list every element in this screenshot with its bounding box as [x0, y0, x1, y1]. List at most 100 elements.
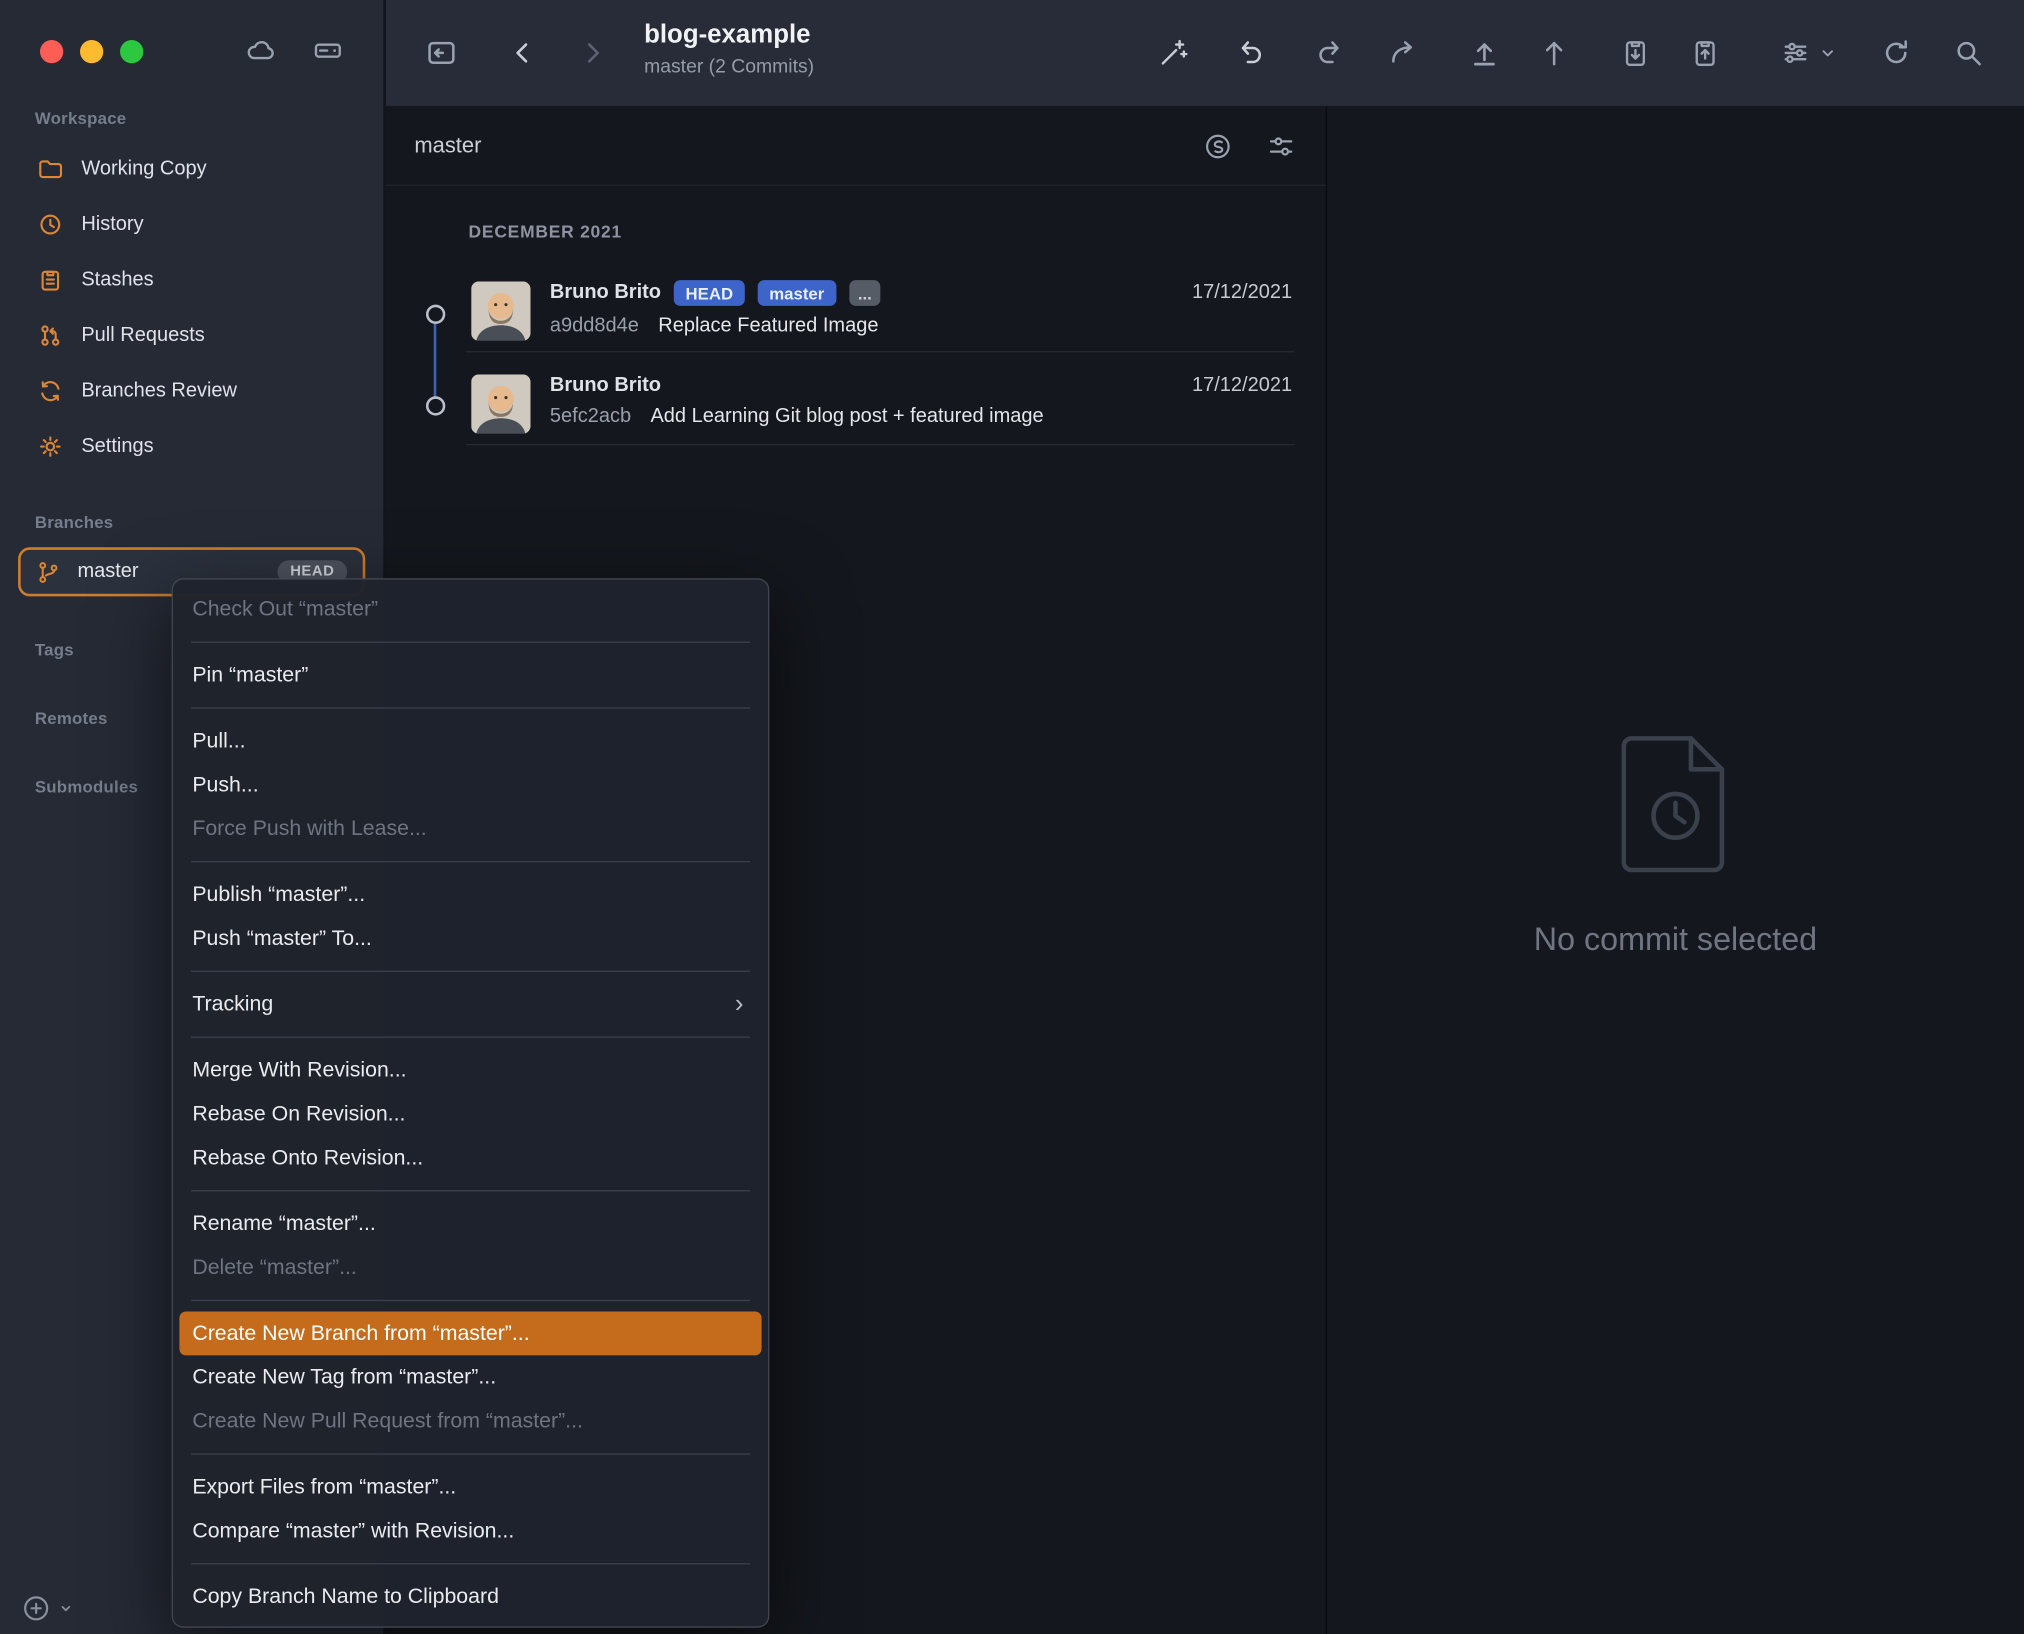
clock-icon: [36, 210, 64, 238]
minimize-button[interactable]: [80, 40, 104, 64]
sidebar-item-working-copy[interactable]: Working Copy: [0, 141, 383, 197]
refresh-icon[interactable]: [1879, 36, 1913, 70]
menu-item-label: Tracking: [192, 991, 274, 1016]
commit-filter-bar: master: [385, 107, 1326, 186]
menu-item-create-branch[interactable]: Create New Branch from “master”...: [179, 1311, 762, 1356]
gear-icon: [36, 432, 64, 460]
workflows-chevron-icon[interactable]: [1817, 43, 1838, 64]
fetch-icon[interactable]: [1386, 36, 1420, 70]
document-history-icon: [1614, 731, 1738, 878]
commit-row[interactable]: Bruno Brito HEAD master ... 17/12/2021: [550, 276, 1292, 310]
menu-item-publish[interactable]: Publish “master”...: [179, 873, 761, 917]
workspace-header: Workspace: [34, 108, 127, 128]
workflows-icon[interactable]: [1779, 36, 1813, 70]
back-icon[interactable]: [507, 37, 538, 68]
pull-icon[interactable]: [1468, 36, 1502, 70]
branch-filter-input[interactable]: master: [414, 133, 1201, 159]
row-divider: [465, 351, 1295, 353]
window-title: blog-example: [644, 20, 811, 50]
undo-icon[interactable]: [1235, 36, 1269, 70]
sidebar-item-stashes[interactable]: Stashes: [0, 252, 383, 308]
menu-separator: [191, 1299, 750, 1302]
sidebar-item-label: Pull Requests: [81, 323, 205, 346]
commit-row-detail[interactable]: a9dd8d4e Replace Featured Image: [550, 315, 879, 338]
menu-separator: [191, 1036, 750, 1038]
commit-date-header: DECEMBER 2021: [468, 222, 622, 242]
menu-separator: [191, 1563, 750, 1565]
push-icon[interactable]: [1537, 36, 1571, 70]
sidebar-item-branches-review[interactable]: Branches Review: [0, 363, 383, 419]
menu-item-tracking[interactable]: Tracking ›: [179, 982, 761, 1026]
more-badges[interactable]: ...: [848, 280, 881, 306]
sidebar-item-settings[interactable]: Settings: [0, 418, 383, 474]
menu-item-copy-branch-name[interactable]: Copy Branch Name to Clipboard: [179, 1575, 761, 1619]
empty-state-message: No commit selected: [1533, 921, 1818, 958]
window-subtitle: master (2 Commits): [644, 55, 815, 78]
branches-header: Branches: [34, 512, 114, 532]
search-icon[interactable]: [1952, 36, 1986, 70]
sidebar-item-label: History: [81, 212, 144, 235]
menu-item-rename[interactable]: Rename “master”...: [179, 1202, 761, 1246]
drive-icon[interactable]: [311, 34, 345, 68]
stash-save-icon[interactable]: [1619, 36, 1653, 70]
branch-label: master: [77, 560, 139, 583]
commit-hash: 5efc2acb: [549, 405, 632, 428]
forward-icon[interactable]: [577, 37, 608, 68]
avatar: [471, 281, 531, 341]
clipboard-icon: [36, 265, 64, 293]
commit-author: Bruno Brito: [549, 281, 662, 304]
filter-sliders-icon[interactable]: [1265, 130, 1297, 162]
branch-context-menu: Check Out “master” Pin “master” Pull... …: [171, 578, 770, 1628]
commit-row[interactable]: Bruno Brito 17/12/2021: [550, 369, 1292, 403]
menu-separator: [191, 641, 750, 643]
close-button[interactable]: [40, 40, 64, 64]
menu-item-rebase-on[interactable]: Rebase On Revision...: [179, 1092, 761, 1136]
branch-badge: master: [757, 280, 836, 306]
menu-item-push-to[interactable]: Push “master” To...: [179, 916, 761, 960]
submenu-chevron-icon: ›: [734, 990, 744, 1019]
menu-item-merge[interactable]: Merge With Revision...: [179, 1048, 761, 1092]
commit-author: Bruno Brito: [549, 374, 662, 397]
menu-item-create-pull-request: Create New Pull Request from “master”...: [192, 1408, 583, 1433]
menu-item-export-files[interactable]: Export Files from “master”...: [179, 1465, 761, 1509]
menu-item-checkout: Check Out “master”: [192, 596, 379, 621]
menu-item-rebase-onto[interactable]: Rebase Onto Revision...: [179, 1136, 761, 1180]
menu-separator: [191, 707, 750, 709]
commit-row-detail[interactable]: 5efc2acb Add Learning Git blog post + fe…: [550, 405, 1044, 428]
toolbar: blog-example master (2 Commits): [385, 0, 2024, 108]
menu-item-pull[interactable]: Pull...: [179, 719, 761, 763]
branches-review-icon: [36, 376, 64, 404]
commit-date: 17/12/2021: [1191, 374, 1293, 397]
sidebar-item-label: Branches Review: [81, 378, 238, 401]
add-button[interactable]: [21, 1593, 52, 1624]
menu-item-create-tag[interactable]: Create New Tag from “master”...: [179, 1355, 761, 1399]
pull-request-icon: [36, 321, 64, 349]
traffic-lights: [40, 40, 144, 64]
cloud-icon[interactable]: [244, 34, 278, 68]
sidebar-item-label: Settings: [81, 434, 154, 457]
commit-message: Add Learning Git blog post + featured im…: [650, 405, 1044, 428]
sidebar-item-history[interactable]: History: [0, 196, 383, 252]
redo-icon[interactable]: [1311, 36, 1345, 70]
stash-apply-icon[interactable]: [1688, 36, 1722, 70]
open-repo-icon[interactable]: [425, 36, 459, 70]
head-badge: HEAD: [673, 280, 745, 306]
zoom-button[interactable]: [120, 40, 144, 64]
sidebar-item-pull-requests[interactable]: Pull Requests: [0, 307, 383, 363]
quick-actions-wand-icon[interactable]: [1157, 36, 1191, 70]
menu-item-push[interactable]: Push...: [179, 763, 761, 807]
branch-icon: [35, 558, 62, 585]
menu-separator: [191, 1190, 750, 1192]
chevron-down-icon[interactable]: [54, 1597, 77, 1620]
compare-icon[interactable]: [1202, 130, 1234, 162]
avatar: [471, 374, 531, 434]
menu-item-compare[interactable]: Compare “master” with Revision...: [179, 1509, 761, 1553]
commit-graph-node: [425, 304, 446, 324]
menu-separator: [191, 860, 750, 863]
commit-graph-line: [433, 312, 437, 405]
commit-graph-node: [425, 396, 446, 416]
menu-item-pin[interactable]: Pin “master”: [179, 653, 761, 697]
folder-icon: [36, 154, 64, 182]
commit-detail-panel: No commit selected: [1326, 107, 2024, 1634]
menu-separator: [191, 1453, 750, 1455]
